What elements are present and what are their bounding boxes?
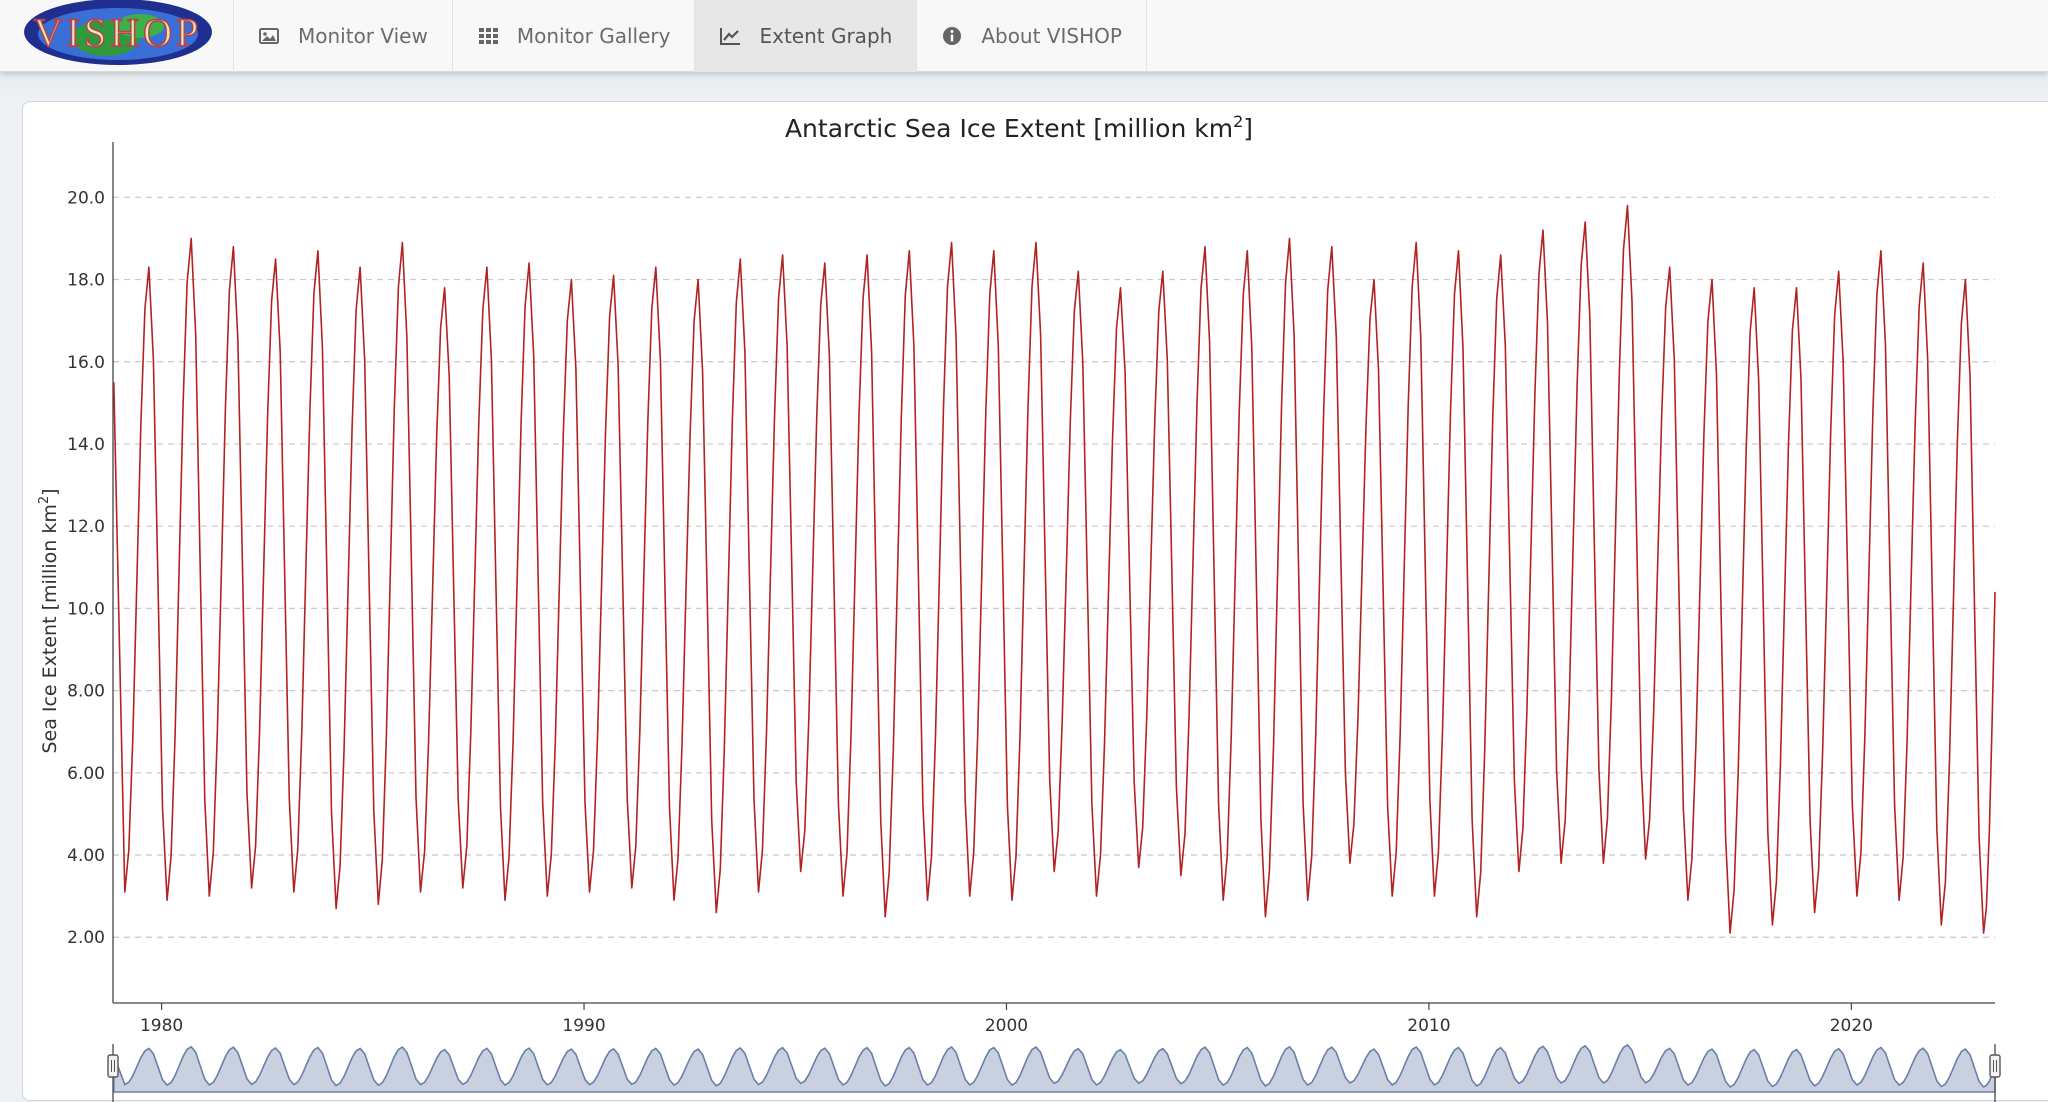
y-tick-label: 16.0 bbox=[67, 353, 105, 373]
series-line[interactable] bbox=[113, 204, 1996, 934]
navigator-series bbox=[113, 1043, 1996, 1093]
y-tick-label: 20.0 bbox=[67, 188, 105, 208]
x-tick-label: 2020 bbox=[1830, 1016, 1873, 1036]
info-icon bbox=[941, 25, 963, 47]
y-tick-label: 12.0 bbox=[67, 517, 105, 537]
y-tick-label: 14.0 bbox=[67, 435, 105, 455]
grid-icon bbox=[477, 25, 499, 47]
tab-label: About VISHOP bbox=[981, 24, 1122, 48]
y-axis-label: Sea Ice Extent [million km2] bbox=[37, 488, 61, 753]
extent-chart: 2.00 4.00 6.00 8.00 10.0 12.0 14.0 16.0 18.0 20.0… bbox=[37, 112, 2001, 1102]
navbar: VISHOP Monitor View Monitor Gallery Exte… bbox=[0, 0, 2048, 72]
tab-extent-graph[interactable]: Extent Graph bbox=[694, 0, 917, 72]
tab-monitor-view[interactable]: Monitor View bbox=[233, 0, 452, 72]
y-tick-label: 2.00 bbox=[67, 928, 105, 948]
vishop-logo[interactable]: VISHOP bbox=[22, 0, 214, 68]
navigator-left-handle[interactable] bbox=[107, 1054, 119, 1078]
y-tick-label: 8.00 bbox=[67, 682, 105, 702]
svg-text:VISHOP: VISHOP bbox=[34, 10, 202, 55]
axes bbox=[112, 142, 1995, 1010]
tab-label: Extent Graph bbox=[759, 24, 893, 48]
x-tick-label: 1980 bbox=[140, 1016, 183, 1036]
chart-panel: 2.00 4.00 6.00 8.00 10.0 12.0 14.0 16.0 18.0 20.0… bbox=[22, 101, 2048, 1102]
background-decoration bbox=[0, 72, 2048, 102]
y-tick-label: 10.0 bbox=[67, 599, 105, 619]
line-chart-icon bbox=[719, 25, 741, 47]
y-tick-label: 18.0 bbox=[67, 271, 105, 291]
y-tick-labels: 2.00 4.00 6.00 8.00 10.0 12.0 14.0 16.0 18.0 20.0 bbox=[67, 188, 105, 948]
navigator-right-handle[interactable] bbox=[1989, 1054, 2001, 1078]
y-tick-label: 6.00 bbox=[67, 764, 105, 784]
range-navigator[interactable] bbox=[107, 1043, 2001, 1102]
x-tick-label: 2010 bbox=[1407, 1016, 1450, 1036]
tab-label: Monitor Gallery bbox=[516, 24, 671, 48]
x-tick-label: 2000 bbox=[985, 1016, 1028, 1036]
y-tick-label: 4.00 bbox=[67, 846, 105, 866]
chart-title: Antarctic Sea Ice Extent [million km2] bbox=[785, 112, 1253, 143]
tab-monitor-gallery[interactable]: Monitor Gallery bbox=[451, 0, 695, 72]
x-tick-label: 1990 bbox=[562, 1016, 605, 1036]
image-icon bbox=[258, 25, 280, 47]
tab-label: Monitor View bbox=[298, 24, 428, 48]
x-tick-labels: 1980 1990 2000 2010 2020 bbox=[140, 1016, 1873, 1036]
tab-about-vishop[interactable]: About VISHOP bbox=[916, 0, 1147, 72]
series-layer[interactable] bbox=[113, 204, 1996, 934]
